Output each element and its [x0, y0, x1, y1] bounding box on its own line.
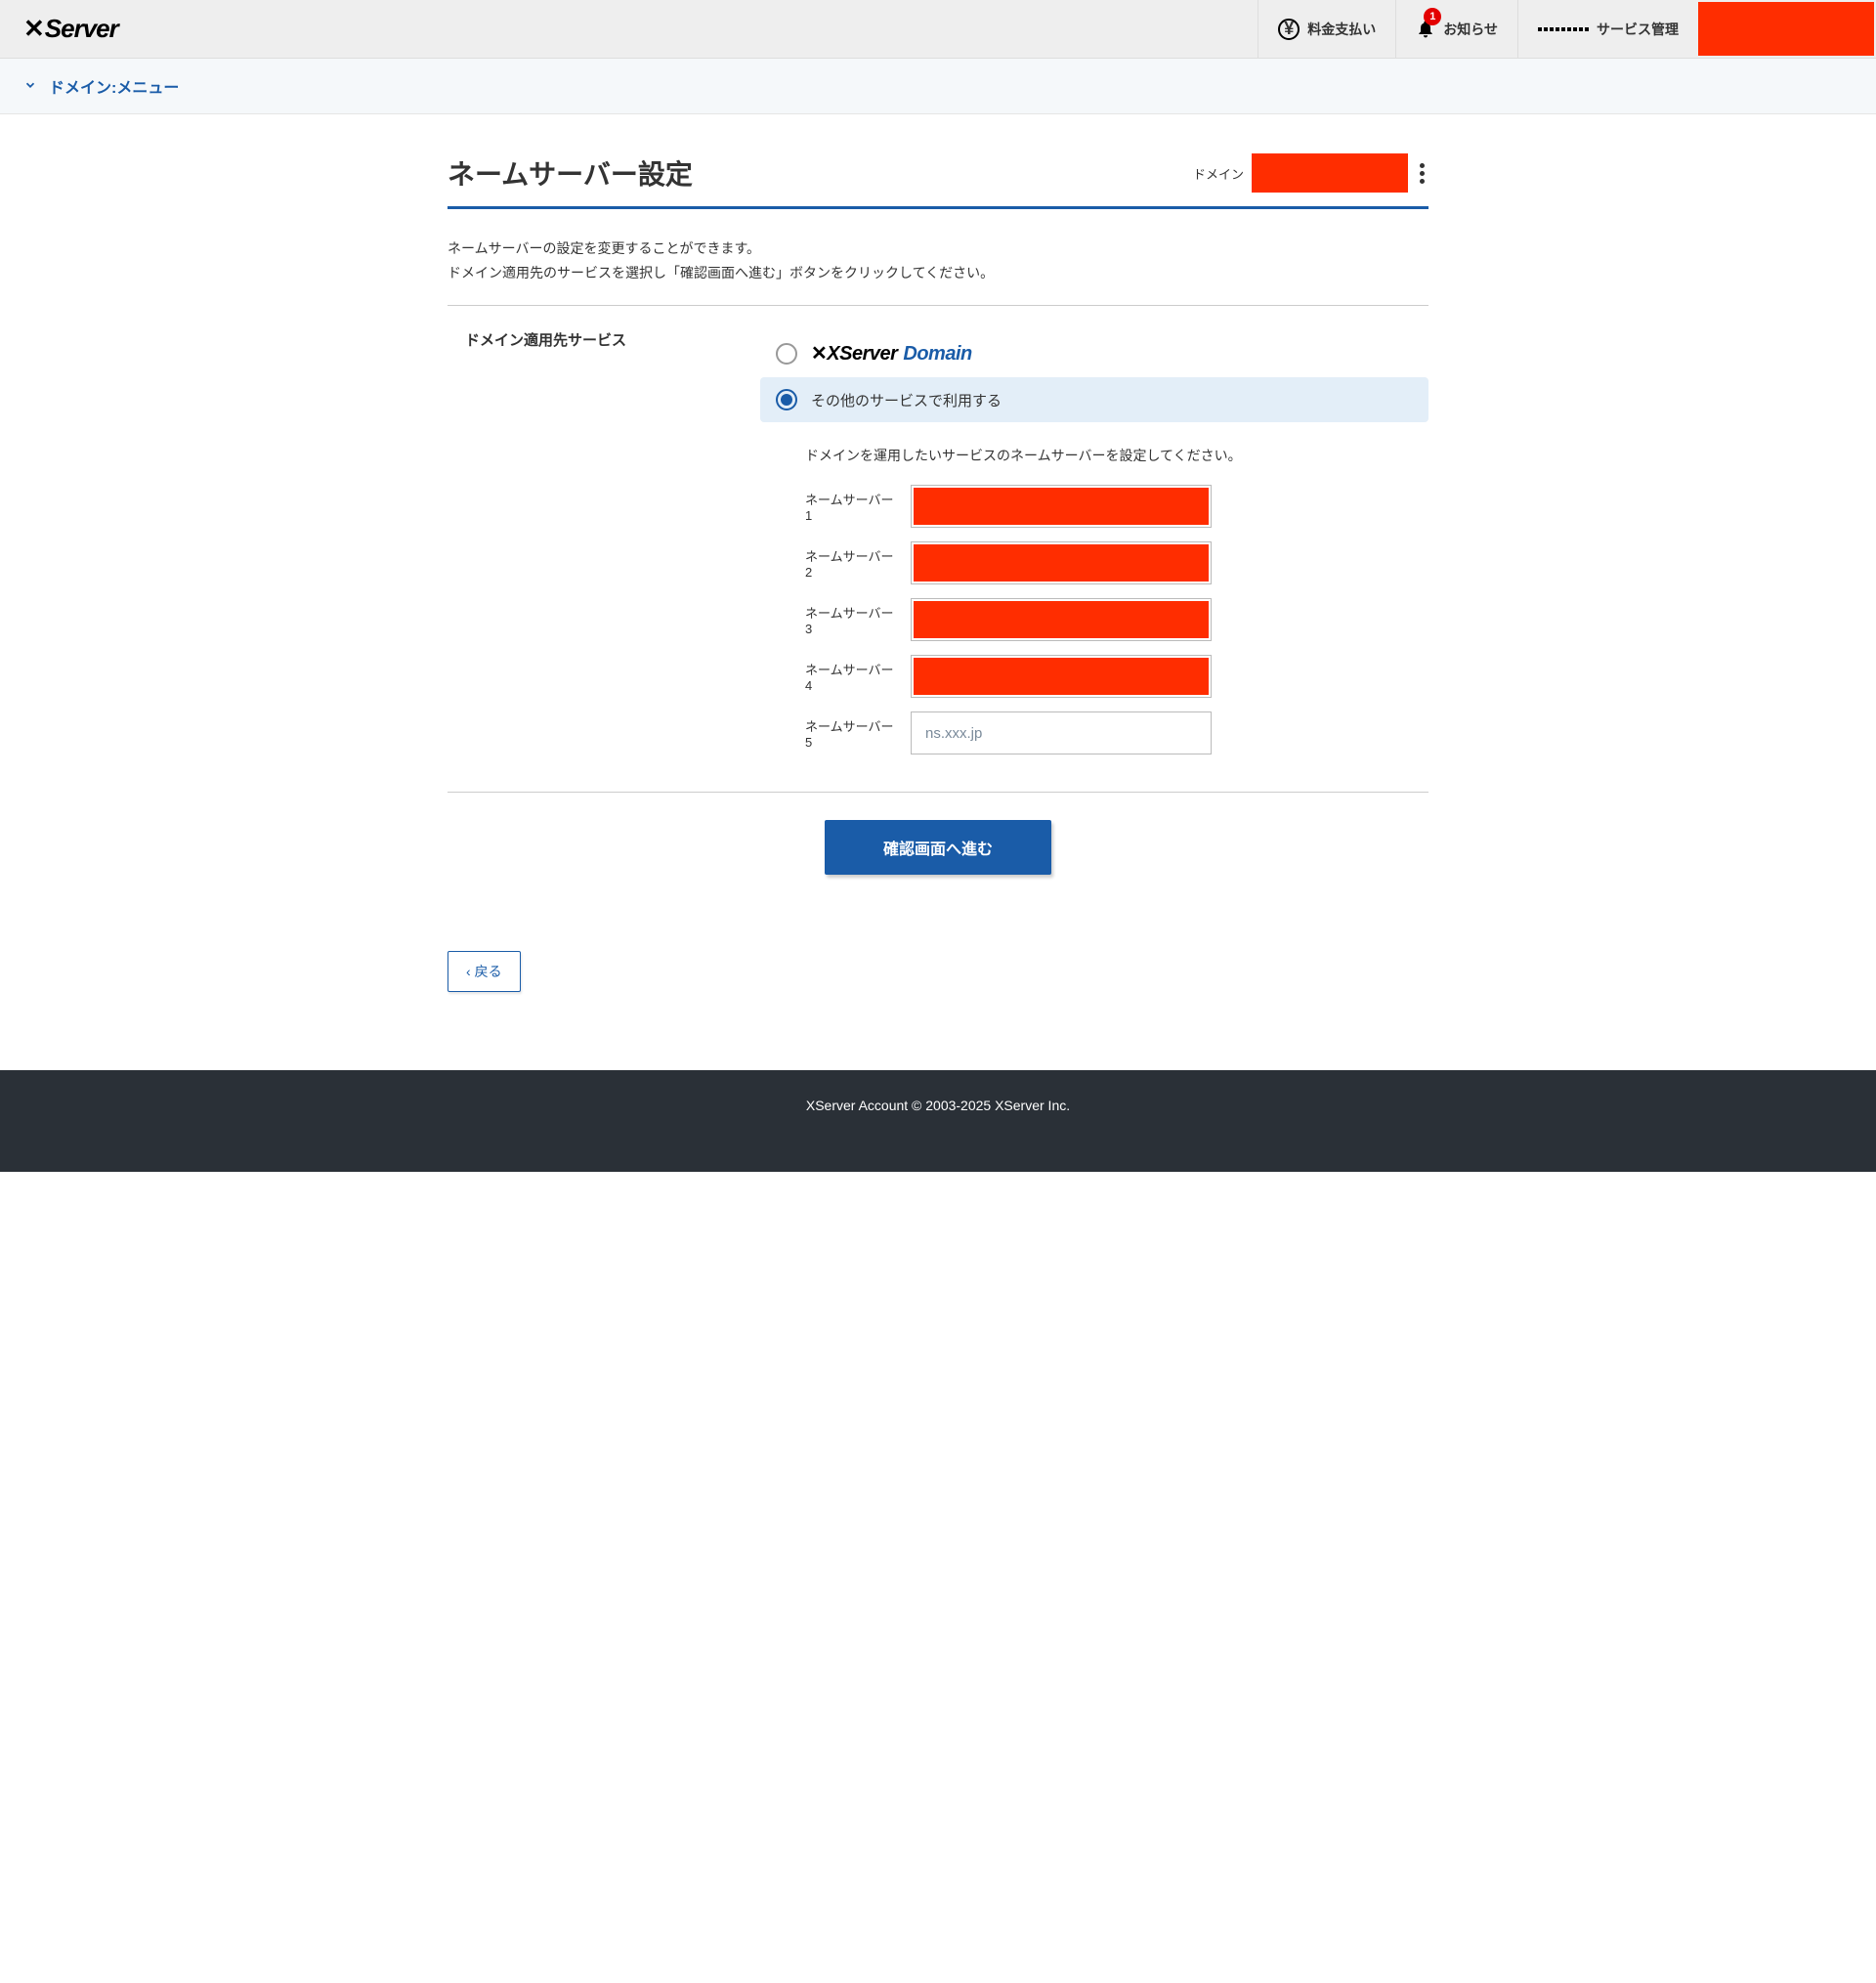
- nameserver-row-3: ネームサーバー3: [805, 598, 1384, 641]
- confirm-button[interactable]: 確認画面へ進む: [825, 820, 1051, 875]
- nameserver-2-input[interactable]: [911, 541, 1212, 584]
- nameserver-4-input[interactable]: [911, 655, 1212, 698]
- global-header: ✕Server ¥ 料金支払い 1 お知らせ サービス管理: [0, 0, 1876, 59]
- nameserver-row-1: ネームサーバー1: [805, 485, 1384, 528]
- nameserver-1-input[interactable]: [911, 485, 1212, 528]
- section-label: ドメイン適用先サービス: [448, 329, 741, 768]
- nameserver-3-input[interactable]: [911, 598, 1212, 641]
- logo[interactable]: ✕Server: [0, 0, 1258, 58]
- page-title: ネームサーバー設定: [448, 153, 693, 193]
- nameserver-area: ドメインを運用したいサービスのネームサーバーを設定してください。 ネームサーバー…: [760, 434, 1428, 754]
- nav-payment-label: 料金支払い: [1307, 20, 1376, 39]
- domain-name-redacted: [1252, 153, 1408, 193]
- page-header: ネームサーバー設定 ドメイン: [448, 114, 1428, 209]
- back-label: 戻る: [475, 962, 502, 981]
- nameserver-4-label: ネームサーバー4: [805, 660, 899, 693]
- kebab-menu-icon[interactable]: [1416, 163, 1428, 184]
- breadcrumb-label: ドメイン:メニュー: [49, 74, 179, 98]
- action-bar: 確認画面へ進む: [448, 793, 1428, 902]
- nameserver-row-4: ネームサーバー4: [805, 655, 1384, 698]
- radio-icon: [776, 389, 797, 410]
- radio-option-other-label: その他のサービスで利用する: [811, 390, 1002, 410]
- page-description: ネームサーバーの設定を変更することができます。 ドメイン適用先のサービスを選択し…: [448, 209, 1428, 305]
- notice-badge: 1: [1424, 8, 1441, 25]
- nav-service-label: サービス管理: [1597, 20, 1679, 39]
- nav-notice-label: お知らせ: [1443, 20, 1498, 39]
- back-button[interactable]: ‹ 戻る: [448, 951, 521, 992]
- nav-service[interactable]: サービス管理: [1517, 0, 1698, 58]
- nameserver-row-2: ネームサーバー2: [805, 541, 1384, 584]
- xserver-domain-logo: ✕XServerDomain: [811, 341, 972, 366]
- radio-option-xserver-domain[interactable]: ✕XServerDomain: [760, 329, 1428, 377]
- nameserver-5-input[interactable]: [911, 711, 1212, 754]
- footer: XServer Account © 2003-2025 XServer Inc.: [0, 1070, 1876, 1172]
- radio-icon: [776, 343, 797, 365]
- nav-payment[interactable]: ¥ 料金支払い: [1258, 0, 1395, 58]
- nameserver-5-label: ネームサーバー5: [805, 716, 899, 750]
- nameserver-row-5: ネームサーバー5: [805, 711, 1384, 754]
- domain-selector: ドメイン: [1193, 153, 1428, 193]
- service-selection-section: ドメイン適用先サービス ✕XServerDomain その他のサービスで利用する…: [448, 305, 1428, 793]
- breadcrumb-menu[interactable]: ドメイン:メニュー: [0, 59, 1876, 114]
- radio-option-other[interactable]: その他のサービスで利用する: [760, 377, 1428, 422]
- nameserver-2-label: ネームサーバー2: [805, 546, 899, 580]
- grid-icon: [1538, 27, 1589, 31]
- nameserver-hint: ドメインを運用したいサービスのネームサーバーを設定してください。: [805, 446, 1384, 465]
- back-area: ‹ 戻る: [448, 902, 1428, 1070]
- desc-line1: ネームサーバーの設定を変更することができます。: [448, 237, 1428, 261]
- nameserver-3-label: ネームサーバー3: [805, 603, 899, 636]
- footer-copyright: XServer Account © 2003-2025 XServer Inc.: [806, 1098, 1070, 1113]
- domain-label: ドメイン: [1193, 164, 1244, 183]
- yen-icon: ¥: [1278, 19, 1300, 40]
- nav-notice[interactable]: 1 お知らせ: [1395, 0, 1517, 58]
- nameserver-1-label: ネームサーバー1: [805, 490, 899, 523]
- chevron-down-icon: [23, 78, 37, 95]
- logo-text: Server: [45, 14, 118, 44]
- chevron-left-icon: ‹: [466, 964, 471, 979]
- desc-line2: ドメイン適用先のサービスを選択し「確認画面へ進む」ボタンをクリックしてください。: [448, 261, 1428, 285]
- account-area-redacted[interactable]: [1698, 2, 1874, 56]
